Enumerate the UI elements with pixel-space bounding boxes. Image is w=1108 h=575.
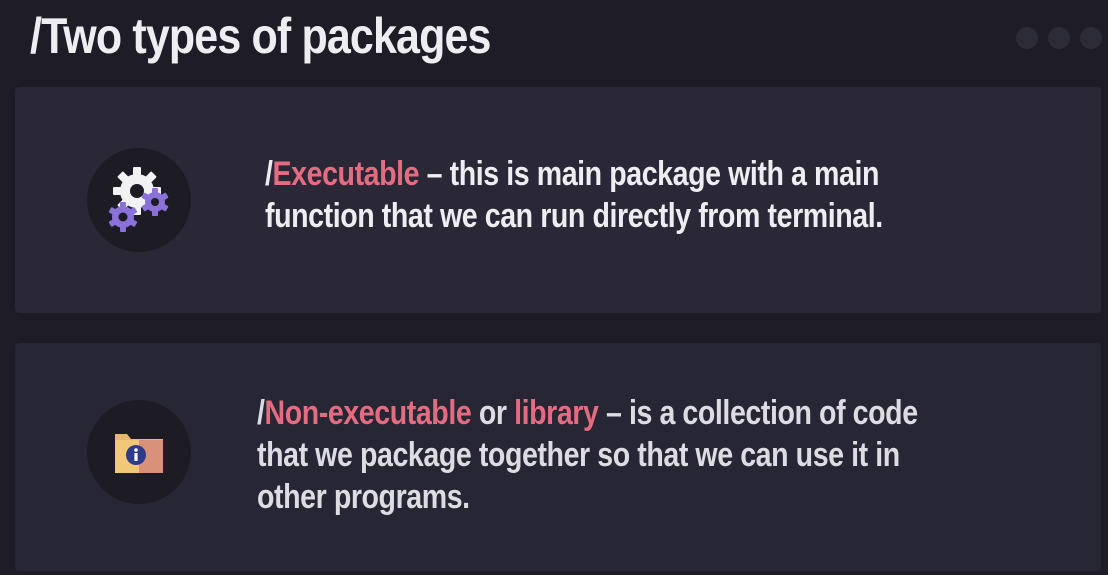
executable-description: /Executable – this is main package with …	[265, 153, 883, 237]
library-icon-badge	[87, 400, 191, 504]
executable-term: Executable	[272, 155, 420, 193]
executable-card: /Executable – this is main package with …	[15, 87, 1101, 313]
gears-icon	[108, 167, 169, 232]
executable-icon-badge	[87, 148, 191, 252]
dot-2	[1048, 27, 1070, 49]
library-term: library	[514, 394, 599, 432]
library-description: /Non-executable or library – is a collec…	[257, 392, 918, 518]
executable-line2: function that we can run directly from t…	[265, 197, 883, 235]
library-line2: that we package together so that we can …	[257, 436, 900, 474]
slide-title: /Two types of packages	[30, 8, 491, 64]
dot-1	[1016, 27, 1038, 49]
non-executable-term: Non-executable	[264, 394, 472, 432]
executable-prefix: /	[265, 155, 273, 193]
library-card: /Non-executable or library – is a collec…	[15, 343, 1101, 571]
executable-line1: – this is main package with a main	[419, 155, 880, 193]
info-folder-icon	[115, 434, 163, 473]
library-prefix: /	[257, 394, 265, 432]
window-dots	[1016, 27, 1102, 49]
library-line1: – is a collection of code	[598, 394, 918, 432]
library-connector: or	[471, 394, 515, 432]
dot-3	[1080, 27, 1102, 49]
library-line3: other programs.	[257, 478, 470, 516]
